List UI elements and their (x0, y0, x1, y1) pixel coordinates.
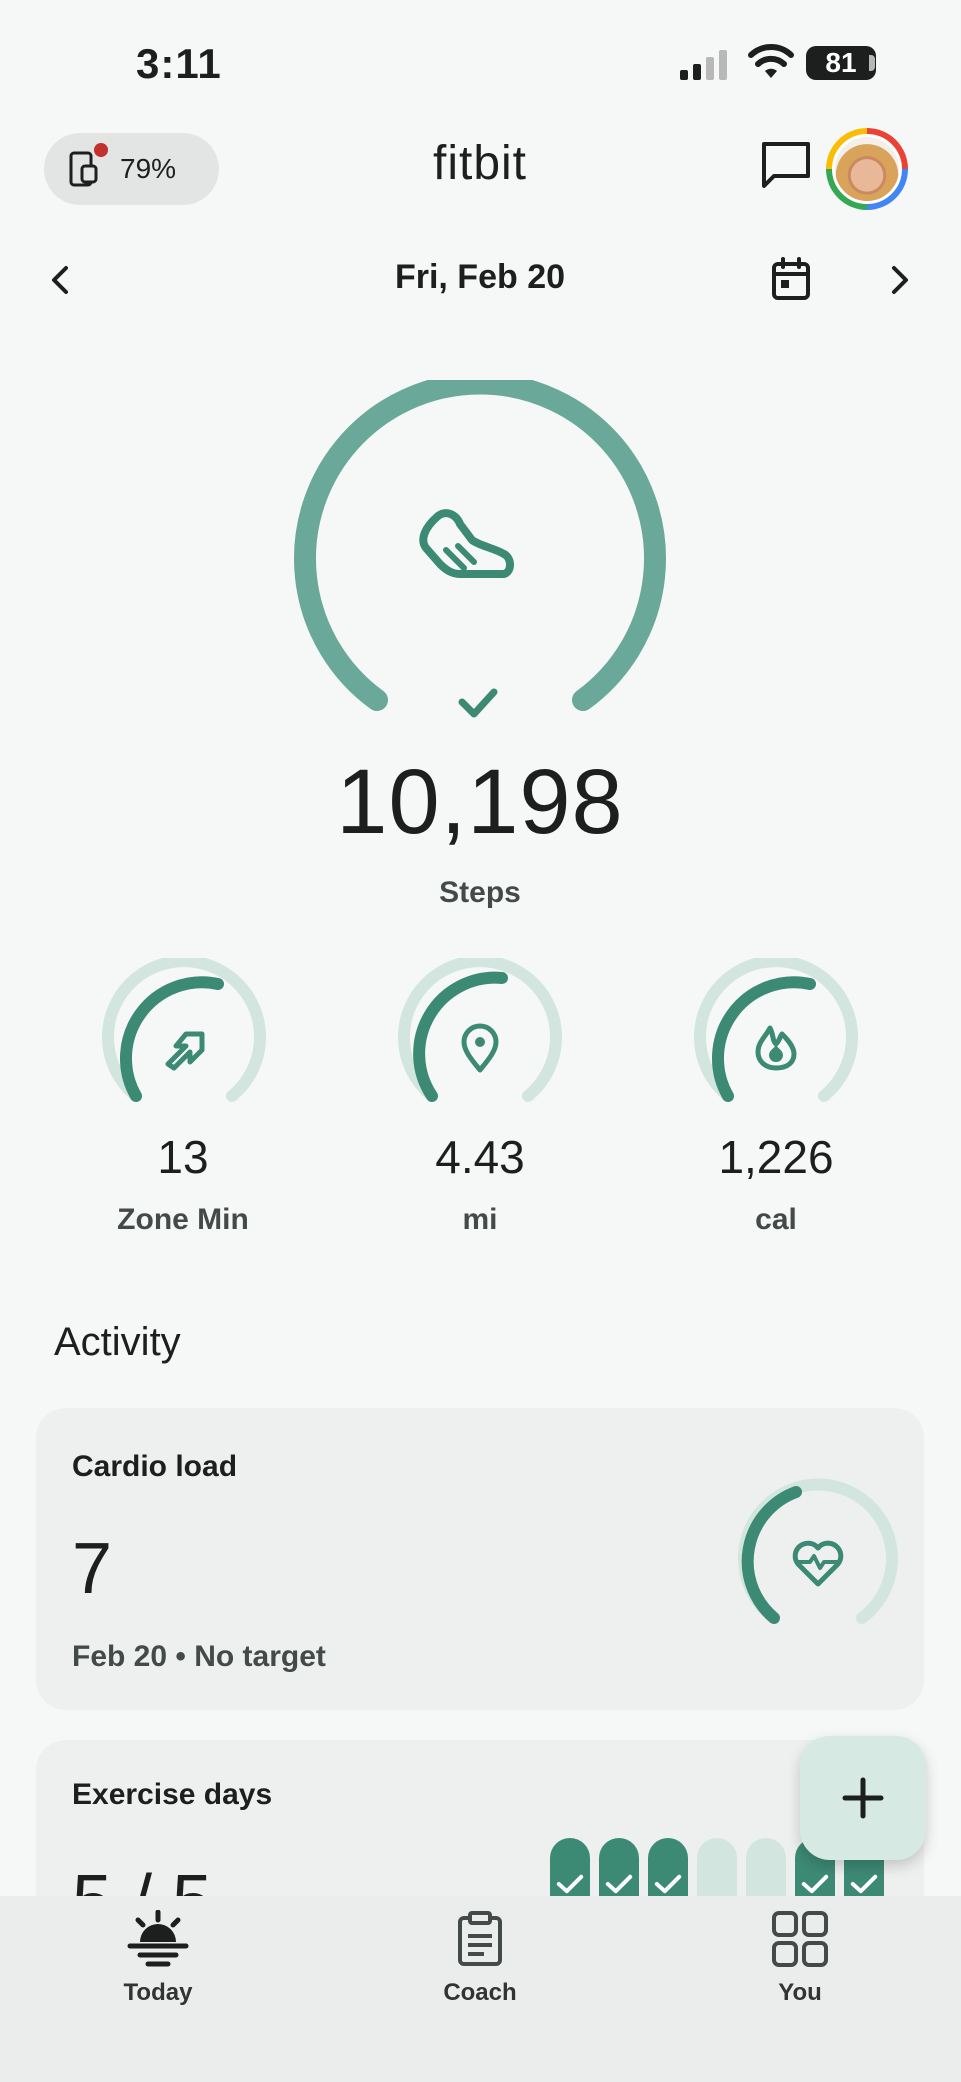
location-pin-icon (461, 1023, 499, 1073)
notification-dot (94, 143, 108, 157)
exercise-days-title: Exercise days (72, 1778, 273, 1811)
bottom-nav: Today Coach You (0, 1896, 961, 2082)
status-time: 3:11 (136, 40, 222, 87)
nav-today[interactable]: Today (68, 1909, 248, 2007)
messages-icon[interactable] (758, 138, 814, 194)
steps-label: Steps (439, 876, 521, 909)
zone-min-value: 13 (157, 1131, 209, 1183)
cardio-load-title: Cardio load (72, 1450, 238, 1483)
sunrise-icon (127, 1909, 189, 1967)
distance-value: 4.43 (435, 1131, 525, 1183)
nav-coach[interactable]: Coach (390, 1910, 570, 2007)
day-check-icon (850, 1874, 878, 1894)
date-label[interactable]: Fri, Feb 20 (330, 258, 630, 297)
battery-nub (869, 55, 875, 71)
steps-progress-ring[interactable] (280, 380, 680, 720)
shoe-icon (419, 509, 514, 578)
wifi-icon (748, 44, 794, 78)
grid-icon (772, 1911, 828, 1967)
device-battery-pill[interactable]: 79% (44, 133, 219, 205)
nav-today-label: Today (123, 1979, 193, 2006)
day-check-icon (801, 1874, 829, 1894)
steps-value: 10,198 (336, 751, 624, 853)
goal-check-icon (458, 688, 498, 718)
zone-min-label: Zone Min (117, 1203, 249, 1236)
calendar-icon[interactable] (770, 256, 812, 302)
chevron-left-icon[interactable] (46, 262, 76, 298)
plus-icon (842, 1777, 884, 1819)
clipboard-icon (458, 1911, 502, 1966)
zone-arrows-icon (165, 1031, 205, 1071)
profile-avatar[interactable] (826, 128, 908, 210)
zone-min-ring[interactable] (94, 958, 274, 1138)
battery-indicator: 81 (806, 46, 876, 80)
day-check-icon (605, 1874, 633, 1894)
distance-label: mi (462, 1203, 498, 1236)
activity-section-title: Activity (54, 1320, 181, 1364)
day-check-icon (654, 1874, 682, 1894)
chevron-right-icon[interactable] (884, 262, 914, 298)
add-button[interactable] (800, 1736, 926, 1860)
flame-icon (755, 1025, 797, 1071)
calories-label: cal (755, 1203, 797, 1236)
avatar-photo (832, 134, 902, 204)
calories-value: 1,226 (718, 1131, 834, 1183)
heart-pulse-icon (792, 1540, 844, 1587)
nav-you[interactable]: You (710, 1910, 890, 2007)
cardio-load-value: 7 (72, 1529, 113, 1609)
nav-you-label: You (778, 1979, 822, 2006)
device-battery-percent: 79% (120, 153, 177, 184)
app-title: fitbit (432, 137, 528, 190)
cardio-load-card[interactable]: Cardio load 7 Feb 20 • No target (36, 1408, 924, 1710)
distance-ring[interactable] (390, 958, 570, 1138)
cardio-load-ring (738, 1478, 898, 1624)
day-check-icon (556, 1874, 584, 1894)
cardio-load-subtitle: Feb 20 • No target (72, 1640, 326, 1673)
cellular-signal-icon (680, 50, 727, 80)
nav-coach-label: Coach (443, 1979, 517, 2006)
calories-ring[interactable] (686, 958, 866, 1138)
